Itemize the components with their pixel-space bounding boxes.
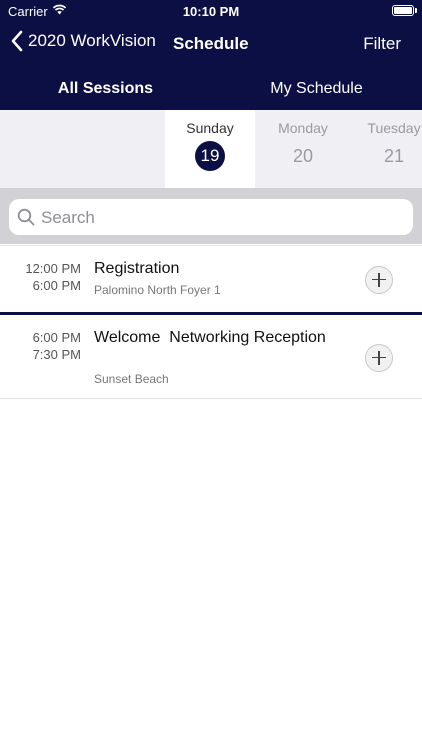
tab-bar: All Sessions My Schedule [0,70,422,108]
day-tuesday[interactable]: Tuesday 21 [349,110,422,188]
session-end: 7:30 PM [32,347,81,362]
divider [0,398,422,399]
session-location: Palomino North Foyer 1 [94,283,221,297]
day-name: Monday [278,120,328,136]
search-icon [17,208,35,226]
day-selector: Sunday 19 Monday 20 Tuesday 21 [0,110,422,188]
day-sunday[interactable]: Sunday 19 [165,110,255,188]
search-bar [0,188,422,244]
page-title: Schedule [173,34,249,53]
chevron-left-icon [11,30,23,52]
status-bar: Carrier 10:10 PM [0,0,422,22]
clock: 10:10 PM [182,4,240,19]
session-times: 6:00 PM 7:30 PM [33,329,81,363]
session-title: Registration [94,260,180,277]
add-to-schedule-button[interactable] [365,266,393,294]
session-start: 6:00 PM [32,330,81,345]
session-start: 12:00 PM [25,261,81,276]
tab-all-sessions[interactable]: All Sessions [0,80,211,98]
session-end: 6:00 PM [32,278,81,293]
day-date: 19 [195,141,225,171]
header: Carrier 10:10 PM 2020 WorkVision Schedul… [0,0,422,110]
session-title: Welcome Networking Reception [94,329,326,346]
back-label: 2020 WorkVision [28,31,156,50]
filter-button[interactable]: Filter [363,34,401,54]
nav-bar: 2020 WorkVision Schedule Filter [0,26,422,62]
tab-my-schedule[interactable]: My Schedule [211,80,422,98]
search-input[interactable] [39,199,403,237]
add-to-schedule-button[interactable] [365,344,393,372]
session-times: 12:00 PM 6:00 PM [25,260,81,294]
battery-icon [392,5,417,16]
session-location: Sunset Beach [94,372,169,386]
day-name: Tuesday [367,120,421,136]
back-button[interactable]: 2020 WorkVision [10,30,156,52]
session-row[interactable]: 6:00 PM 7:30 PM Welcome Networking Recep… [0,315,422,398]
day-date: 21 [383,146,405,166]
day-date: 20 [292,146,314,166]
search-field[interactable] [9,199,413,237]
day-monday[interactable]: Monday 20 [258,110,348,188]
day-name: Sunday [186,120,234,136]
session-row[interactable]: 12:00 PM 6:00 PM Registration Palomino N… [0,246,422,312]
